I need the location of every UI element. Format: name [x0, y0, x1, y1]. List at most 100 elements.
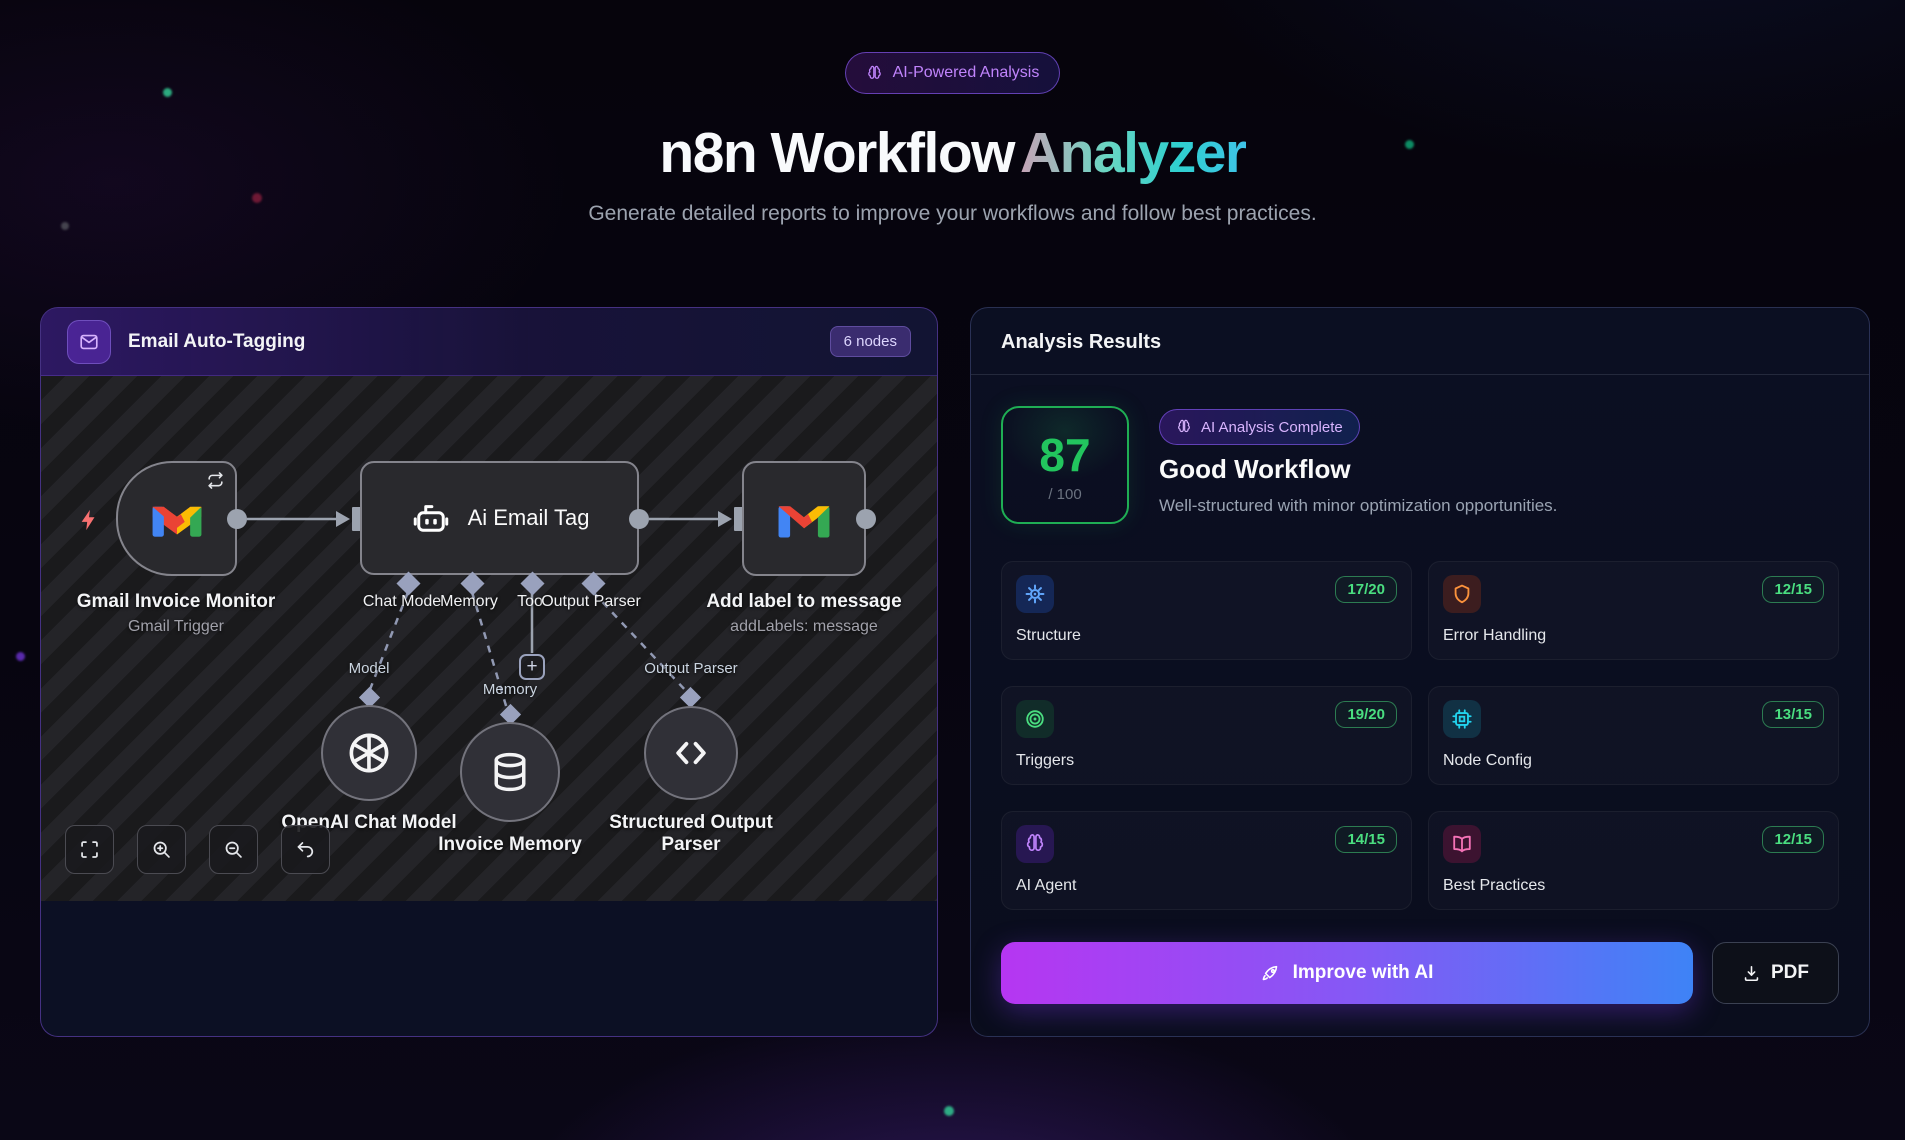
metric-triggers: 19/20 Triggers — [1001, 686, 1412, 785]
brain-icon — [1016, 825, 1054, 863]
workflow-card-header: Email Auto-Tagging 6 nodes — [41, 308, 937, 376]
metric-label: Structure — [1016, 627, 1081, 645]
connector-wires — [41, 376, 937, 901]
output-port[interactable] — [227, 509, 247, 529]
node-caption: Add label to message — [706, 591, 901, 613]
node-ai-email-tag[interactable]: Ai Email Tag — [360, 461, 639, 575]
subnode-port-label: Model — [349, 660, 390, 677]
metric-label: Node Config — [1443, 752, 1532, 770]
page-title-accent: Analyzer — [1020, 121, 1246, 185]
metrics-grid: 17/20 Structure 12/15 Error Handling 19/… — [1001, 561, 1839, 910]
node-structured-output-parser[interactable] — [644, 706, 738, 800]
metric-node-config: 13/15 Node Config — [1428, 686, 1839, 785]
port-label: Too — [517, 593, 543, 611]
score-value: 87 — [1003, 428, 1127, 482]
database-icon — [488, 750, 532, 794]
canvas-toolbar — [65, 825, 330, 874]
code-icon — [669, 731, 713, 775]
metric-structure: 17/20 Structure — [1001, 561, 1412, 660]
workflow-canvas[interactable]: Ai Email Tag Chat Mode Memory Too — [41, 376, 937, 901]
rocket-icon — [1261, 963, 1281, 983]
improve-with-ai-button[interactable]: Improve with AI — [1001, 942, 1693, 1004]
envelope-icon — [67, 320, 111, 364]
score-denominator: / 100 — [1003, 486, 1127, 503]
output-port[interactable] — [856, 509, 876, 529]
metric-label: AI Agent — [1016, 877, 1077, 895]
node-caption: Gmail Invoice Monitor — [77, 591, 275, 613]
output-port[interactable] — [629, 509, 649, 529]
score-box: 87 / 100 — [1001, 406, 1129, 524]
subnode-port-label: Output Parser — [644, 660, 737, 677]
ai-analysis-complete-label: AI Analysis Complete — [1201, 419, 1343, 436]
download-icon — [1742, 964, 1761, 983]
undo-button[interactable] — [281, 825, 330, 874]
zoom-in-button[interactable] — [137, 825, 186, 874]
improve-with-ai-label: Improve with AI — [1293, 962, 1434, 984]
metric-best-practices: 12/15 Best Practices — [1428, 811, 1839, 910]
book-icon — [1443, 825, 1481, 863]
port-label: Output Parser — [541, 593, 641, 611]
fit-view-button[interactable] — [65, 825, 114, 874]
subnode-caption: Structured Output Parser — [596, 812, 786, 856]
node-add-label[interactable] — [742, 461, 866, 576]
nodes-count-badge: 6 nodes — [830, 326, 911, 357]
verdict-description: Well-structured with minor optimization … — [1159, 496, 1557, 516]
brain-icon — [866, 65, 883, 82]
brain-icon — [1176, 419, 1192, 435]
particle — [16, 652, 25, 661]
robot-icon — [410, 497, 452, 539]
pdf-download-button[interactable]: PDF — [1712, 942, 1839, 1004]
shield-icon — [1443, 575, 1481, 613]
metric-score-badge: 19/20 — [1335, 701, 1397, 728]
zoom-out-icon — [223, 839, 244, 860]
ai-powered-badge: AI-Powered Analysis — [845, 52, 1061, 94]
pdf-label: PDF — [1771, 962, 1809, 984]
metric-label: Error Handling — [1443, 627, 1546, 645]
gmail-logo-icon — [776, 497, 832, 541]
divider — [971, 374, 1869, 375]
metric-ai-agent: 14/15 AI Agent — [1001, 811, 1412, 910]
actions-row: Improve with AI PDF — [1001, 942, 1839, 1004]
subnode-port-label: Memory — [483, 681, 537, 698]
ai-powered-badge-label: AI-Powered Analysis — [893, 64, 1040, 82]
node-subcaption: Gmail Trigger — [128, 618, 224, 636]
subnode-caption: Invoice Memory — [438, 834, 582, 856]
undo-icon — [295, 839, 316, 860]
workflow-card: Email Auto-Tagging 6 nodes — [40, 307, 938, 1037]
gear-icon — [1016, 575, 1054, 613]
ai-analysis-complete-badge: AI Analysis Complete — [1159, 409, 1360, 445]
workflow-title: Email Auto-Tagging — [128, 331, 305, 353]
openai-icon — [346, 730, 392, 776]
metric-score-badge: 17/20 — [1335, 576, 1397, 603]
fit-view-icon — [79, 839, 100, 860]
metric-label: Triggers — [1016, 752, 1074, 770]
metric-error-handling: 12/15 Error Handling — [1428, 561, 1839, 660]
page-title: n8n WorkflowAnalyzer — [0, 120, 1905, 186]
verdict: Good Workflow — [1159, 454, 1351, 485]
add-tool-button[interactable]: + — [519, 654, 545, 680]
metric-score-badge: 14/15 — [1335, 826, 1397, 853]
node-subcaption: addLabels: message — [730, 618, 878, 636]
analysis-card: Analysis Results 87 / 100 AI Analysis Co… — [970, 307, 1870, 1037]
page-header: AI-Powered Analysis n8n WorkflowAnalyzer… — [0, 0, 1905, 226]
port-label: Memory — [440, 593, 498, 611]
metric-label: Best Practices — [1443, 877, 1545, 895]
cpu-icon — [1443, 700, 1481, 738]
particle — [944, 1106, 954, 1116]
zoom-out-button[interactable] — [209, 825, 258, 874]
agent-node-label: Ai Email Tag — [468, 505, 590, 531]
page-subtitle: Generate detailed reports to improve you… — [0, 202, 1905, 226]
port-label: Chat Mode — [363, 593, 441, 611]
repeat-icon — [206, 471, 225, 490]
metric-score-badge: 12/15 — [1762, 826, 1824, 853]
gmail-logo-icon — [150, 498, 204, 540]
node-openai-chat-model[interactable] — [321, 705, 417, 801]
zoom-in-icon — [151, 839, 172, 860]
target-icon — [1016, 700, 1054, 738]
analysis-title: Analysis Results — [971, 308, 1869, 354]
trigger-bolt-icon — [78, 508, 100, 532]
metric-score-badge: 13/15 — [1762, 701, 1824, 728]
node-invoice-memory[interactable] — [460, 722, 560, 822]
metric-score-badge: 12/15 — [1762, 576, 1824, 603]
node-gmail-trigger[interactable] — [116, 461, 237, 576]
